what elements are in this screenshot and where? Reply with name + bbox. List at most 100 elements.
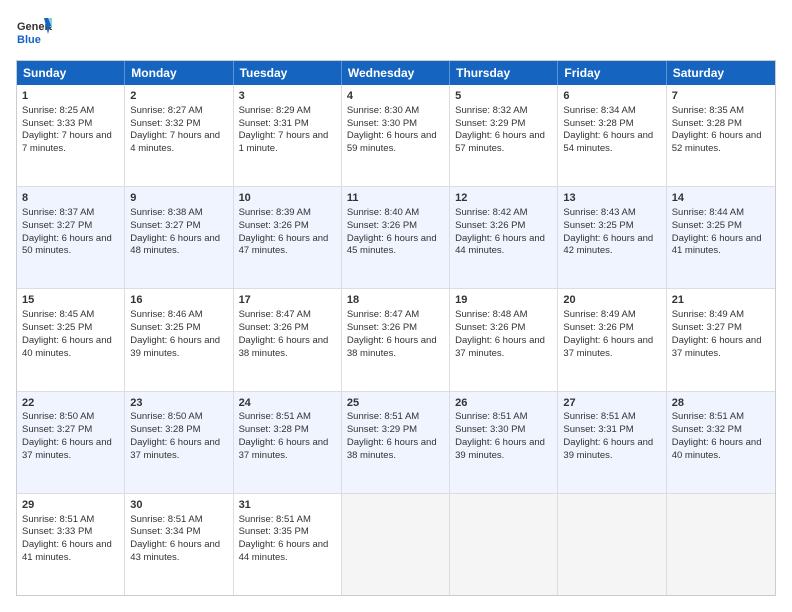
sunrise: Sunrise: 8:50 AM <box>22 411 94 422</box>
daylight: Daylight: 6 hours and 44 minutes. <box>239 539 329 563</box>
sunset: Sunset: 3:33 PM <box>22 526 92 537</box>
day-number: 4 <box>347 89 444 104</box>
calendar-cell: 15Sunrise: 8:45 AMSunset: 3:25 PMDayligh… <box>17 289 125 390</box>
calendar-cell: 7Sunrise: 8:35 AMSunset: 3:28 PMDaylight… <box>667 85 775 186</box>
daylight: Daylight: 6 hours and 38 minutes. <box>239 335 329 359</box>
day-number: 5 <box>455 89 552 104</box>
sunset: Sunset: 3:32 PM <box>672 424 742 435</box>
day-number: 15 <box>22 293 119 308</box>
daylight: Daylight: 6 hours and 47 minutes. <box>239 233 329 257</box>
daylight: Daylight: 6 hours and 39 minutes. <box>563 437 653 461</box>
sunset: Sunset: 3:26 PM <box>347 322 417 333</box>
sunset: Sunset: 3:32 PM <box>130 118 200 129</box>
sunset: Sunset: 3:30 PM <box>455 424 525 435</box>
sunset: Sunset: 3:27 PM <box>22 220 92 231</box>
calendar-cell: 29Sunrise: 8:51 AMSunset: 3:33 PMDayligh… <box>17 494 125 595</box>
day-number: 23 <box>130 396 227 411</box>
calendar-cell: 2Sunrise: 8:27 AMSunset: 3:32 PMDaylight… <box>125 85 233 186</box>
sunrise: Sunrise: 8:37 AM <box>22 207 94 218</box>
sunrise: Sunrise: 8:44 AM <box>672 207 744 218</box>
day-number: 20 <box>563 293 660 308</box>
sunrise: Sunrise: 8:51 AM <box>563 411 635 422</box>
sunset: Sunset: 3:31 PM <box>239 118 309 129</box>
day-number: 3 <box>239 89 336 104</box>
calendar-cell: 3Sunrise: 8:29 AMSunset: 3:31 PMDaylight… <box>234 85 342 186</box>
calendar-row-2: 8Sunrise: 8:37 AMSunset: 3:27 PMDaylight… <box>17 187 775 289</box>
daylight: Daylight: 6 hours and 37 minutes. <box>672 335 762 359</box>
daylight: Daylight: 6 hours and 39 minutes. <box>130 335 220 359</box>
day-number: 6 <box>563 89 660 104</box>
sunrise: Sunrise: 8:51 AM <box>239 514 311 525</box>
daylight: Daylight: 6 hours and 42 minutes. <box>563 233 653 257</box>
sunset: Sunset: 3:25 PM <box>130 322 200 333</box>
sunrise: Sunrise: 8:35 AM <box>672 105 744 116</box>
sunrise: Sunrise: 8:47 AM <box>347 309 419 320</box>
header-day-saturday: Saturday <box>667 61 775 85</box>
calendar-cell: 10Sunrise: 8:39 AM Sunset: 3:26 PM Dayligh… <box>234 187 342 288</box>
sunset: Sunset: 3:26 PM <box>239 220 309 231</box>
sunset: Sunset: 3:26 PM <box>563 322 633 333</box>
daylight: Daylight: 6 hours and 59 minutes. <box>347 130 437 154</box>
calendar-cell: 12Sunrise: 8:42 AMSunset: 3:26 PMDayligh… <box>450 187 558 288</box>
header-day-sunday: Sunday <box>17 61 125 85</box>
day-number: 2 <box>130 89 227 104</box>
daylight: Daylight: 6 hours and 37 minutes. <box>455 335 545 359</box>
calendar-cell: 17Sunrise: 8:47 AMSunset: 3:26 PMDayligh… <box>234 289 342 390</box>
calendar-cell: 28Sunrise: 8:51 AMSunset: 3:32 PMDayligh… <box>667 392 775 493</box>
calendar-cell: 14Sunrise: 8:44 AMSunset: 3:25 PMDayligh… <box>667 187 775 288</box>
day-number: 22 <box>22 396 119 411</box>
calendar-cell: 27Sunrise: 8:51 AMSunset: 3:31 PMDayligh… <box>558 392 666 493</box>
calendar-row-3: 15Sunrise: 8:45 AMSunset: 3:25 PMDayligh… <box>17 289 775 391</box>
sunrise: Sunrise: 8:47 AM <box>239 309 311 320</box>
day-number: 27 <box>563 396 660 411</box>
day-number: 9 <box>130 191 227 206</box>
day-number: 10 <box>239 191 336 206</box>
sunset: Sunset: 3:25 PM <box>672 220 742 231</box>
calendar-row-5: 29Sunrise: 8:51 AMSunset: 3:33 PMDayligh… <box>17 494 775 595</box>
header-day-friday: Friday <box>558 61 666 85</box>
daylight: Daylight: 6 hours and 37 minutes. <box>563 335 653 359</box>
calendar-cell: 21Sunrise: 8:49 AMSunset: 3:27 PMDayligh… <box>667 289 775 390</box>
sunrise: Sunrise: 8:34 AM <box>563 105 635 116</box>
sunrise: Sunrise: 8:48 AM <box>455 309 527 320</box>
calendar-cell: 24Sunrise: 8:51 AMSunset: 3:28 PMDayligh… <box>234 392 342 493</box>
sunset: Sunset: 3:28 PM <box>239 424 309 435</box>
sunrise: Sunrise: 8:51 AM <box>455 411 527 422</box>
sunrise: Sunrise: 8:50 AM <box>130 411 202 422</box>
calendar-cell: 6Sunrise: 8:34 AMSunset: 3:28 PMDaylight… <box>558 85 666 186</box>
day-number: 14 <box>672 191 770 206</box>
day-number: 31 <box>239 498 336 513</box>
header-day-tuesday: Tuesday <box>234 61 342 85</box>
sunset: Sunset: 3:27 PM <box>130 220 200 231</box>
calendar-cell: 19Sunrise: 8:48 AMSunset: 3:26 PMDayligh… <box>450 289 558 390</box>
daylight: Daylight: 6 hours and 44 minutes. <box>455 233 545 257</box>
daylight: Daylight: 7 hours and 7 minutes. <box>22 130 112 154</box>
sunset: Sunset: 3:33 PM <box>22 118 92 129</box>
sunrise: Sunrise: 8:42 AM <box>455 207 527 218</box>
calendar-cell: 25Sunrise: 8:51 AMSunset: 3:29 PMDayligh… <box>342 392 450 493</box>
daylight: Daylight: 6 hours and 37 minutes. <box>130 437 220 461</box>
daylight: Daylight: 6 hours and 48 minutes. <box>130 233 220 257</box>
sunrise: Sunrise: 8:25 AM <box>22 105 94 116</box>
day-number: 16 <box>130 293 227 308</box>
calendar-cell <box>558 494 666 595</box>
calendar-cell <box>667 494 775 595</box>
calendar-cell: 9Sunrise: 8:38 AMSunset: 3:27 PMDaylight… <box>125 187 233 288</box>
sunrise: Sunrise: 8:27 AM <box>130 105 202 116</box>
calendar-cell <box>342 494 450 595</box>
day-number: 19 <box>455 293 552 308</box>
sunset: Sunset: 3:29 PM <box>455 118 525 129</box>
calendar-cell <box>450 494 558 595</box>
daylight: Daylight: 7 hours and 1 minute. <box>239 130 329 154</box>
svg-text:Blue: Blue <box>17 34 41 46</box>
sunrise: Sunrise: 8:30 AM <box>347 105 419 116</box>
calendar-row-1: 1Sunrise: 8:25 AMSunset: 3:33 PMDaylight… <box>17 85 775 187</box>
sunset: Sunset: 3:34 PM <box>130 526 200 537</box>
sunrise: Sunrise: 8:51 AM <box>22 514 94 525</box>
day-number: 28 <box>672 396 770 411</box>
sunrise: Sunrise: 8:51 AM <box>347 411 419 422</box>
sunrise: Sunrise: 8:39 AM <box>239 207 311 218</box>
day-number: 30 <box>130 498 227 513</box>
day-number: 7 <box>672 89 770 104</box>
calendar-cell: 20Sunrise: 8:49 AMSunset: 3:26 PMDayligh… <box>558 289 666 390</box>
